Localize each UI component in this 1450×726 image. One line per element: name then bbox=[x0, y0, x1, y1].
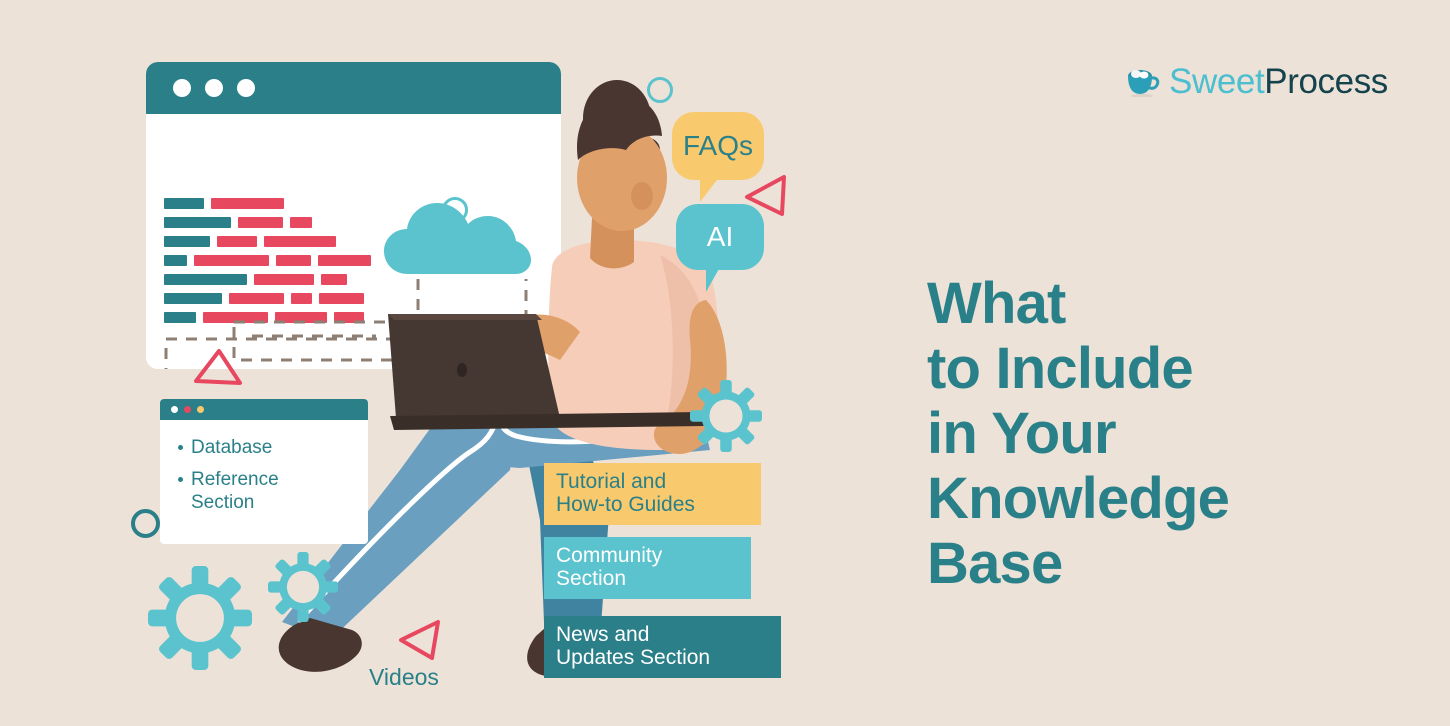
gear-large-left-icon bbox=[148, 566, 252, 670]
laptop-camera bbox=[457, 363, 467, 377]
page-title: What to Include in Your Knowledge Base bbox=[927, 271, 1397, 596]
label-tutorial-and-how-to-guides: Tutorial and How-to Guides bbox=[544, 463, 761, 525]
front-shoe bbox=[278, 618, 362, 672]
label-news-and-updates-section: News and Updates Section bbox=[544, 616, 781, 678]
brand-wordmark: SweetProcess bbox=[1169, 64, 1388, 99]
list-window-dot-3[interactable] bbox=[197, 406, 204, 413]
laptop-screen bbox=[388, 314, 560, 418]
bubble-ai-label: AI bbox=[706, 221, 734, 252]
list-window-titlebar bbox=[160, 399, 368, 420]
bubble-faqs-label: FAQs bbox=[682, 130, 753, 161]
triangle-right-icon bbox=[745, 175, 786, 216]
gear-right-icon bbox=[690, 380, 762, 452]
brand-sweet: Sweet bbox=[1169, 62, 1265, 101]
poster-canvas: Database Reference Section FAQs AI Tutor… bbox=[0, 0, 1450, 726]
teacup-icon bbox=[1128, 69, 1160, 97]
label-community-section: Community Section bbox=[544, 537, 751, 599]
brand-process: Process bbox=[1264, 62, 1388, 101]
circle-top-icon bbox=[647, 77, 673, 103]
speech-bubble-faqs: FAQs bbox=[672, 112, 764, 202]
bubble-ai-tail bbox=[706, 267, 732, 292]
headline-line: to Include bbox=[927, 335, 1194, 401]
headline-line: Knowledge bbox=[927, 465, 1230, 531]
videos-caption: Videos bbox=[369, 664, 439, 690]
brand-logo[interactable]: SweetProcess bbox=[1126, 64, 1388, 99]
triangle-bottom-icon bbox=[399, 620, 440, 660]
headline-line: Base bbox=[927, 530, 1063, 596]
list-item: Reference Section bbox=[178, 468, 311, 514]
list-window-dot-1[interactable] bbox=[171, 406, 178, 413]
gear-small-left-icon bbox=[268, 552, 338, 622]
ear bbox=[631, 182, 653, 210]
knowledge-list: Database Reference Section bbox=[160, 420, 368, 514]
circle-left-icon bbox=[131, 509, 160, 538]
list-window-dot-2[interactable] bbox=[184, 406, 191, 413]
list-item: Database bbox=[178, 436, 311, 459]
bubble-faqs-tail bbox=[700, 180, 724, 202]
laptop-edge bbox=[388, 314, 542, 320]
headline-line: What bbox=[927, 270, 1066, 336]
triangle-upper-left-icon bbox=[194, 349, 242, 385]
headline-line: in Your bbox=[927, 400, 1117, 466]
list-browser-window: Database Reference Section bbox=[160, 399, 368, 544]
